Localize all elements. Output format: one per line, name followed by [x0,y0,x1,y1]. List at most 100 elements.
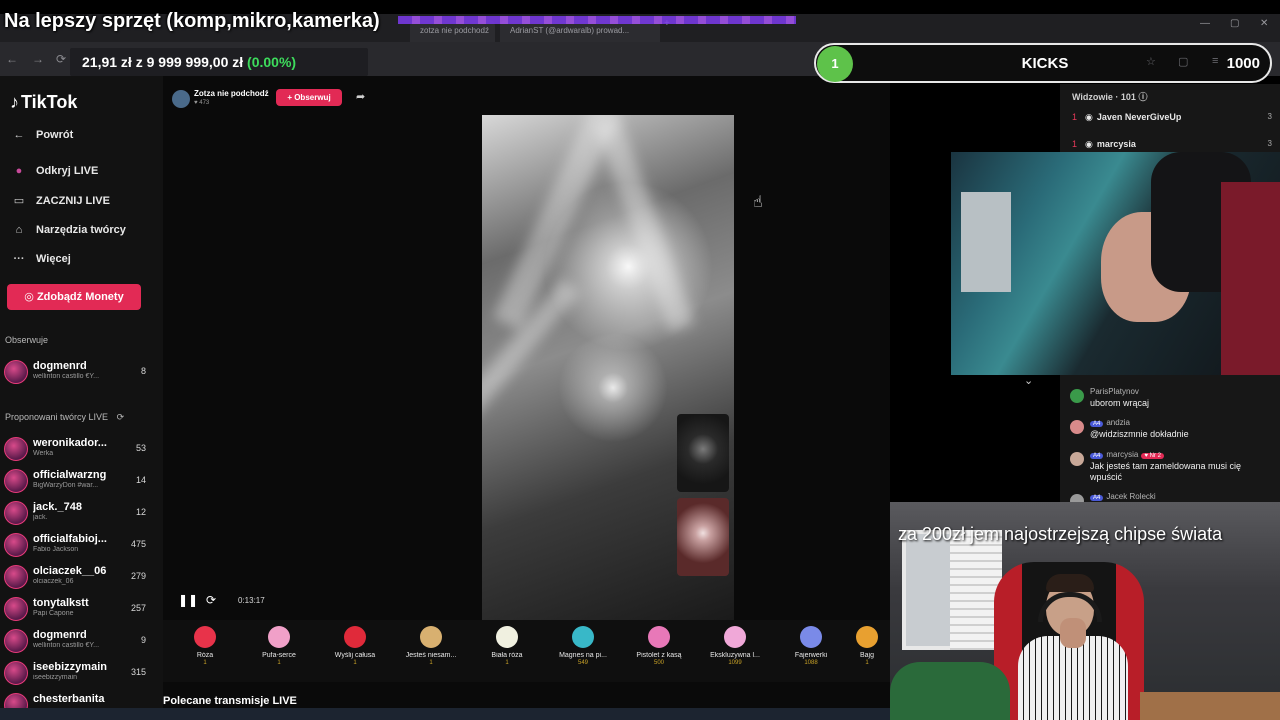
info-icon[interactable]: ⓘ [1138,92,1147,102]
fan-badge: ♥ Nr 2 [1141,453,1164,459]
gift-name: Pistolet z kasą [636,652,682,659]
nav-start-live[interactable]: ▭ ZACZNIJ LIVE [10,194,110,207]
gift-item[interactable]: Pufa-serce 1 [241,626,317,666]
minimize-icon[interactable]: — [1200,18,1210,29]
following-label: Obserwuje [5,335,49,345]
avatar [1070,389,1084,403]
chat-username[interactable]: A4 marcysia ♥ Nr 2 [1090,450,1164,459]
suggested-creator-item[interactable]: weronikador... Werka 53 [4,435,154,463]
refresh-icon[interactable]: ⟳ [117,412,125,422]
light-ray [595,117,695,333]
gift-name: Wyślij całusa [334,652,376,659]
gift-item[interactable]: Wyślij całusa 1 [317,626,393,666]
browser-back-icon[interactable]: ← [6,52,18,66]
hand-shape [1060,618,1086,648]
nav-creator-tools[interactable]: ⌂ Narzędzia twórcy [10,224,126,236]
username-text: marcysia [1106,450,1139,459]
viewer-rank: 1 [1072,112,1078,122]
rose-icon [194,626,216,648]
viewer-count: 315 [130,667,146,677]
kicks-label: KICKS [1021,55,1069,72]
host-name[interactable]: Zotza nie podchodź [194,89,269,98]
close-icon[interactable]: ✕ [1260,18,1268,29]
browser-forward-icon[interactable]: → [32,52,44,66]
nav-more[interactable]: ··· Więcej [10,253,71,265]
suggested-creator-item[interactable]: jack._748 jack. 12 [4,499,154,527]
suggested-creator-item[interactable]: dogmenrd wellinton castillo €Y... 9 [4,627,154,655]
suggested-creator-item[interactable]: tonytalkstt Papi Capone 257 [4,595,154,623]
chat-username[interactable]: A4 andzia [1090,418,1130,427]
gift-item[interactable]: Jesteś niesam... 1 [393,626,469,666]
kicks-count: 1000 [1226,55,1260,72]
tab-title: AdrianST (@ardwaralb) prowad... [510,26,630,35]
suggested-creator-item[interactable]: iseebizzymain iseebizzymain 315 [4,659,154,687]
discover-live-icon: ● [15,165,23,177]
maximize-icon[interactable]: ▢ [1230,18,1239,29]
viewer-count: 279 [130,571,146,581]
suggested-creator-item[interactable]: officialfabioj... Fabio Jackson 475 [4,531,154,559]
chat-text: Jak jesteś tam zameldowana musi cię wpuś… [1090,461,1242,482]
gift-name: Ekskluzywna l... [710,652,760,659]
recommended-live-heading: Polecane transmisje LIVE [163,695,297,707]
gift-item[interactable]: Róża 1 [167,626,243,666]
creator-name: officialwarzng [33,469,107,481]
viewer-rank: 1 [1072,139,1078,149]
gift-price: 1 [353,660,357,666]
gift-item[interactable]: Pistolet z kasą 500 [621,626,697,666]
nav-label: Narzędzia twórcy [36,224,126,236]
chat-text: @widziszmnie dokładnie [1090,429,1189,439]
bagel-icon [856,626,878,648]
gift-name: Magnes na pi... [559,652,607,659]
home-icon: ⌂ [15,224,23,236]
suggested-creator-item[interactable]: officialwarzng BigWarzyDon #war... 14 [4,467,154,495]
share-icon[interactable]: ➦ [356,90,365,103]
more-icon: ··· [13,253,25,265]
webcam-caption: za 200zł jem najostrzejszą chipse świata [898,524,1223,544]
avatar [4,360,28,384]
guest-video-tile[interactable] [677,498,729,576]
pause-icon[interactable]: ❚❚ [178,593,198,607]
suggested-creator-item[interactable]: olciaczek__06 olciaczek_06 279 [4,563,154,591]
viewer-count: 9 [140,635,146,645]
chevron-down-icon[interactable]: ⌄ [1024,374,1033,387]
following-creator-item[interactable]: dogmenrd wellinton castillo €Y... 8 [4,358,154,386]
gift-item[interactable]: Ekskluzywna l... 1099 [697,626,773,666]
gift-name: Jesteś niesam... [405,652,457,659]
tab-title: zotza nie podchodź [420,26,489,35]
nav-back[interactable]: ← Powrót [10,129,74,141]
gift-price: 1 [505,660,509,666]
level-badge: A4 [1090,421,1104,427]
button-label: Zdobądź Monety [36,291,124,303]
creator-name: officialfabioj... [33,533,107,545]
viewer-row[interactable]: 1 ◉ marcysia [1072,139,1136,150]
creator-subtitle: iseebizzymain [33,674,77,681]
section-title: Proponowani twórcy LIVE [5,412,109,422]
get-coins-button[interactable]: ◎ Zdobądź Monety [7,284,141,310]
refresh-icon[interactable]: ⟳ [206,593,216,607]
nav-label: Powrót [36,129,74,141]
chat-username[interactable]: ParisPlatynov [1090,387,1139,396]
gift-price: 1099 [728,660,742,666]
donation-goal-title: Na lepszy sprzęt (komp,mikro,kamerka) [4,10,380,32]
tiktok-logo[interactable]: ♪ TikTok [10,92,77,113]
green-object-shape [890,662,1010,720]
host-avatar[interactable] [172,90,190,108]
chat-username[interactable]: A4 Jacek Rolecki [1090,492,1156,501]
viewer-row[interactable]: 1 ◉ Javen NeverGiveUp [1072,112,1181,123]
gift-item[interactable]: Magnes na pi... 549 [545,626,621,666]
gift-price: 1 [429,660,433,666]
creator-subtitle: Fabio Jackson [33,546,79,553]
reload-icon[interactable]: ⟳ [56,52,66,66]
follow-button[interactable]: + Obserwuj [276,89,342,106]
gift-item[interactable]: Bajg 1 [847,626,887,666]
avatar: ◉ [1085,112,1093,122]
gift-item[interactable]: Biała róża 1 [469,626,545,666]
pc-shape [961,192,1011,292]
nav-discover-live[interactable]: ● Odkryj LIVE [10,165,99,177]
nav-label: ZACZNIJ LIVE [36,195,110,207]
gift-item[interactable]: Fajerwerki 1088 [773,626,849,666]
avatar: ◉ [1085,139,1093,149]
guest-video-tile[interactable] [677,414,729,492]
goal-progress-decoration [398,16,796,24]
creator-name: chesterbanita [33,693,105,705]
